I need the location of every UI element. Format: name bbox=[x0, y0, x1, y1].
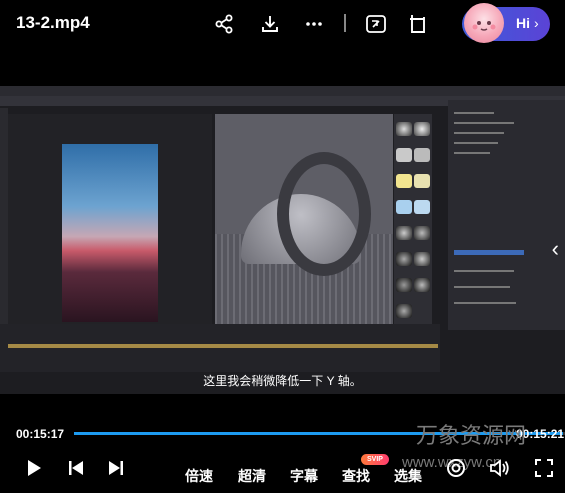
material-swatch bbox=[396, 304, 412, 318]
episodes-button[interactable]: 选集 bbox=[394, 466, 422, 486]
video-title: 13-2.mp4 bbox=[16, 13, 90, 32]
svip-badge: SVIP bbox=[361, 454, 389, 465]
material-swatch bbox=[396, 200, 412, 214]
material-swatch bbox=[396, 148, 412, 162]
search-button[interactable]: 查找 bbox=[342, 466, 370, 486]
watermark-cn: 万象资源网 bbox=[416, 423, 527, 448]
animation-timeline bbox=[0, 324, 440, 372]
next-icon[interactable] bbox=[106, 458, 126, 483]
attribute-row bbox=[454, 152, 490, 154]
material-swatch bbox=[396, 174, 412, 188]
material-swatch bbox=[396, 252, 412, 266]
assistant-avatar-icon bbox=[464, 3, 504, 43]
volume-icon[interactable] bbox=[489, 458, 511, 483]
attribute-row bbox=[454, 286, 510, 288]
assistant-button[interactable]: Hi › bbox=[462, 3, 550, 43]
share-icon[interactable] bbox=[212, 12, 236, 36]
attribute-row bbox=[454, 112, 494, 114]
material-swatch bbox=[414, 122, 430, 136]
attribute-panel bbox=[448, 100, 565, 330]
chevron-right-icon: › bbox=[534, 15, 539, 31]
video-frame[interactable]: 这里我会稍微降低一下 Y 轴。 ‹ bbox=[0, 86, 565, 394]
material-swatch bbox=[414, 252, 430, 266]
previous-icon[interactable] bbox=[66, 458, 86, 483]
chevron-left-icon[interactable]: ‹ bbox=[552, 236, 559, 262]
app-menubar bbox=[0, 86, 565, 96]
material-swatch bbox=[414, 174, 430, 188]
download-icon[interactable] bbox=[258, 12, 282, 36]
reference-video-image bbox=[62, 144, 158, 322]
play-icon[interactable] bbox=[24, 458, 44, 483]
material-swatch bbox=[396, 278, 412, 292]
attribute-row bbox=[454, 122, 514, 124]
material-swatch bbox=[414, 148, 430, 162]
more-icon[interactable] bbox=[302, 12, 326, 36]
picture-in-picture-icon[interactable] bbox=[406, 12, 430, 36]
toolbar-divider bbox=[344, 14, 346, 32]
attribute-row bbox=[454, 302, 516, 304]
fullscreen-icon[interactable] bbox=[534, 458, 554, 483]
loop-icon[interactable] bbox=[446, 458, 466, 483]
material-swatch bbox=[414, 226, 430, 240]
viewport-ring-model bbox=[277, 152, 371, 276]
attribute-row bbox=[454, 142, 498, 144]
material-swatch bbox=[414, 278, 430, 292]
screen-toggle-icon[interactable] bbox=[364, 12, 388, 36]
material-swatch bbox=[396, 122, 412, 136]
video-subtitle: 这里我会稍微降低一下 Y 轴。 bbox=[203, 374, 362, 388]
quality-button[interactable]: 超清 bbox=[238, 466, 266, 486]
3d-viewport bbox=[215, 114, 393, 324]
timeline-keyframe-bar bbox=[8, 344, 438, 348]
top-bar: 13-2.mp4 Hi › bbox=[0, 0, 565, 48]
assistant-label: Hi bbox=[516, 15, 530, 31]
subtitles-button[interactable]: 字幕 bbox=[290, 466, 318, 486]
attribute-row bbox=[454, 132, 504, 134]
material-manager bbox=[394, 114, 432, 324]
material-swatch bbox=[396, 226, 412, 240]
attribute-row bbox=[454, 250, 524, 255]
material-swatch bbox=[414, 200, 430, 214]
speed-button[interactable]: 倍速 bbox=[185, 466, 213, 486]
attribute-row bbox=[454, 270, 514, 272]
app-left-tools bbox=[0, 108, 8, 338]
current-time: 00:15:17 bbox=[16, 427, 65, 441]
